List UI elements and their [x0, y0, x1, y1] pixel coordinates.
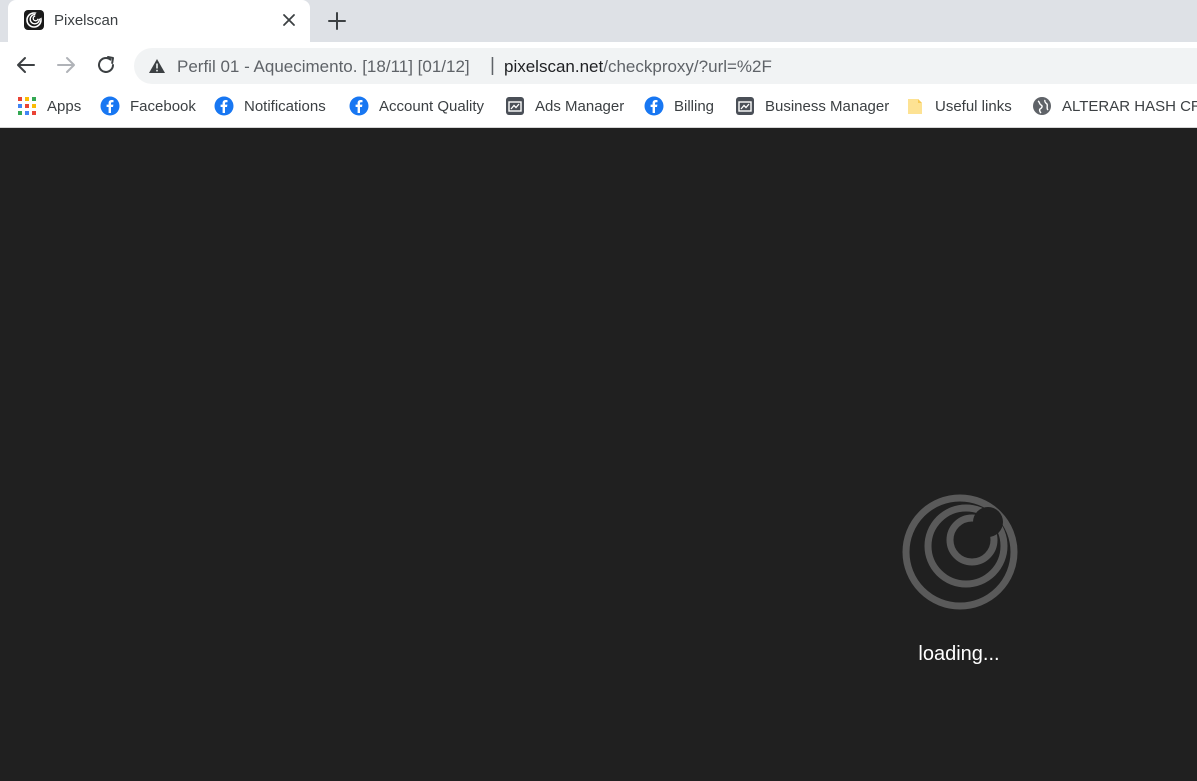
close-icon[interactable]	[280, 11, 298, 29]
bookmark-ads-manager[interactable]: Ads Manager	[505, 88, 624, 124]
forward-arrow-icon[interactable]	[54, 53, 78, 77]
globe-icon	[1033, 97, 1051, 115]
back-arrow-icon[interactable]	[14, 53, 38, 77]
pixelscan-logo-icon	[902, 494, 1018, 610]
bookmark-label: Business Manager	[765, 97, 890, 115]
bookmark-apps[interactable]: Apps	[17, 88, 81, 124]
warning-icon[interactable]	[148, 58, 166, 74]
pixelscan-logo-icon	[24, 10, 44, 30]
bookmark-label: Notifications	[244, 97, 326, 115]
loading-text: loading...	[918, 643, 1000, 665]
bookmark-label: Billing	[674, 97, 715, 115]
bookmark-facebook[interactable]: Facebook	[100, 88, 196, 124]
facebook-icon	[100, 96, 120, 116]
ads-manager-icon	[506, 97, 524, 115]
bookmark-alterar-hash[interactable]: ALTERAR HASH CRI...	[1032, 88, 1197, 124]
bookmark-label: Account Quality	[379, 97, 485, 115]
bookmark-useful-links[interactable]: Useful links	[905, 88, 1012, 124]
bookmark-label: Ads Manager	[535, 97, 625, 115]
bookmark-label: ALTERAR HASH CRI...	[1062, 97, 1197, 115]
bookmark-label: Apps	[47, 97, 82, 115]
facebook-icon	[349, 96, 369, 116]
tab-title: Pixelscan	[54, 12, 119, 29]
facebook-icon	[644, 96, 664, 116]
apps-grid-icon	[18, 97, 36, 115]
bookmark-business-manager[interactable]: Business Manager	[735, 88, 889, 124]
tab-pixelscan[interactable]: Pixelscan	[8, 0, 310, 42]
bookmarks-bar: Apps Facebook Notifications Account Qual…	[0, 88, 1197, 128]
facebook-icon	[214, 96, 234, 116]
bookmark-billing[interactable]: Billing	[644, 88, 714, 124]
browser-toolbar: Perfil 01 - Aquecimento. [18/11] [01/12]…	[0, 42, 1197, 88]
url-host: pixelscan.net	[504, 57, 604, 76]
folder-icon	[908, 99, 922, 114]
bookmark-notifications[interactable]: Notifications	[214, 88, 326, 124]
bookmark-label: Facebook	[130, 97, 196, 115]
url-path: /checkproxy/?url=%2F	[603, 57, 772, 76]
omnibox-separator: |	[490, 55, 495, 76]
new-tab-plus-icon[interactable]	[326, 10, 348, 32]
address-bar[interactable]: Perfil 01 - Aquecimento. [18/11] [01/12]…	[134, 48, 1197, 84]
reload-icon[interactable]	[94, 53, 118, 77]
ads-manager-icon	[736, 97, 754, 115]
url-text[interactable]: pixelscan.net/checkproxy/?url=%2F	[504, 57, 772, 77]
profile-label: Perfil 01 - Aquecimento. [18/11] [01/12]	[177, 57, 470, 76]
page-content: loading...	[0, 129, 1197, 781]
tab-strip: Pixelscan	[0, 0, 1197, 42]
bookmark-label: Useful links	[935, 97, 1012, 115]
bookmark-account-quality[interactable]: Account Quality	[349, 88, 484, 124]
